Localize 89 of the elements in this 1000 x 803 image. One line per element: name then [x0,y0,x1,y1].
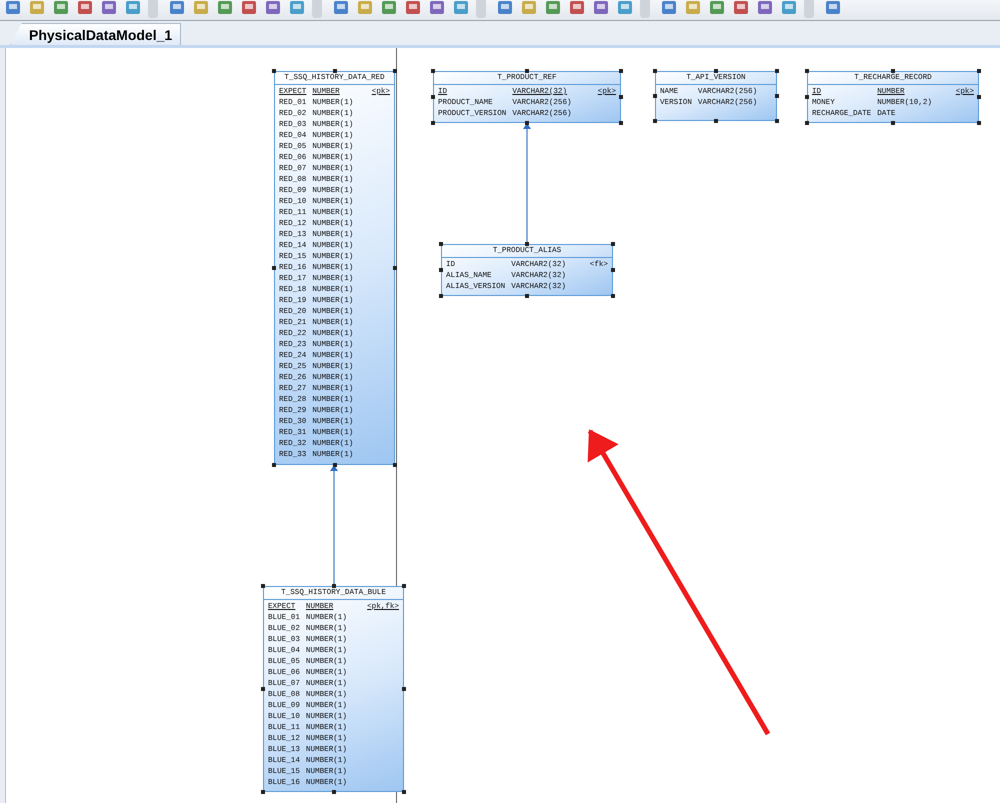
selection-handle[interactable] [402,790,406,794]
toolbar-icon[interactable] [264,0,282,16]
selection-handle[interactable] [611,242,615,246]
selection-handle[interactable] [611,268,615,272]
toolbar-icon[interactable] [452,0,470,16]
selection-handle[interactable] [653,69,657,73]
selection-handle[interactable] [272,266,276,270]
table-entity[interactable] [274,71,395,465]
toolbar-icon[interactable] [496,0,514,16]
selection-handle[interactable] [439,242,443,246]
selection-handle[interactable] [525,121,529,125]
selection-handle[interactable] [611,294,615,298]
selection-handle[interactable] [393,463,397,467]
selection-handle[interactable] [653,119,657,123]
selection-handle[interactable] [393,266,397,270]
toolbar-icon[interactable] [288,0,306,16]
toolbar-icon[interactable] [732,0,750,16]
toolbar-grip[interactable] [640,0,650,18]
selection-handle[interactable] [525,294,529,298]
toolbar-icon[interactable] [380,0,398,16]
selection-handle[interactable] [653,94,657,98]
reference-arrow[interactable] [330,465,338,586]
selection-handle[interactable] [431,121,435,125]
toolbar-icon[interactable] [684,0,702,16]
selection-handle[interactable] [402,584,406,588]
selection-handle[interactable] [805,95,809,99]
selection-handle[interactable] [272,69,276,73]
toolbar-icon[interactable] [216,0,234,16]
toolbar-icon[interactable] [124,0,142,16]
toolbar-icon[interactable] [356,0,374,16]
selection-handle[interactable] [619,121,623,125]
selection-handle[interactable] [977,69,981,73]
table-entity[interactable] [263,586,404,792]
toolbar-icon[interactable] [404,0,422,16]
toolbar-grip[interactable] [312,0,322,18]
document-tab[interactable]: PhysicalDataModel_1 [10,23,182,45]
toolbar-icon[interactable] [824,0,842,16]
selection-handle[interactable] [332,69,336,73]
selection-handle[interactable] [439,294,443,298]
toolbar-grip[interactable] [148,0,158,18]
selection-handle[interactable] [775,69,779,73]
selection-handle[interactable] [977,95,981,99]
selection-handle[interactable] [393,69,397,73]
selection-handle[interactable] [714,69,718,73]
toolbar-icon[interactable] [756,0,774,16]
toolbar-grip[interactable] [804,0,814,18]
toolbar-icon[interactable] [592,0,610,16]
selection-handle[interactable] [261,687,265,691]
toolbar-icon[interactable] [520,0,538,16]
toolbar-icon[interactable] [100,0,118,16]
toolbar-icon[interactable] [660,0,678,16]
toolbar-icon[interactable] [616,0,634,16]
selection-handle[interactable] [332,463,336,467]
selection-handle[interactable] [775,119,779,123]
toolbar-icon[interactable] [544,0,562,16]
toolbar-icon[interactable] [708,0,726,16]
selection-handle[interactable] [775,94,779,98]
selection-handle[interactable] [619,95,623,99]
selection-handle[interactable] [332,790,336,794]
selection-handle[interactable] [714,119,718,123]
selection-handle[interactable] [431,69,435,73]
toolbar-icon[interactable] [780,0,798,16]
reference-arrow[interactable] [523,123,531,244]
toolbar-icon[interactable] [52,0,70,16]
selection-handle[interactable] [431,95,435,99]
toolbar-icon[interactable] [76,0,94,16]
toolbar-icon[interactable] [568,0,586,16]
selection-handle[interactable] [332,584,336,588]
toolbar-icon[interactable] [332,0,350,16]
selection-handle[interactable] [525,242,529,246]
toolbar-icon[interactable] [4,0,22,16]
selection-handle[interactable] [261,584,265,588]
selection-handle[interactable] [439,268,443,272]
selection-handle[interactable] [525,69,529,73]
toolbar-grip[interactable] [476,0,486,18]
toolbar-icon[interactable] [240,0,258,16]
selection-handle[interactable] [619,69,623,73]
selection-handle[interactable] [891,69,895,73]
selection-handle[interactable] [805,69,809,73]
selection-handle[interactable] [977,121,981,125]
selection-handle[interactable] [891,121,895,125]
selection-handle[interactable] [402,687,406,691]
selection-handle[interactable] [805,121,809,125]
selection-handle[interactable] [261,790,265,794]
toolbar-icon[interactable] [168,0,186,16]
toolbar-icon[interactable] [428,0,446,16]
selection-handle[interactable] [272,463,276,467]
toolbar-icon[interactable] [28,0,46,16]
toolbar-icon[interactable] [192,0,210,16]
